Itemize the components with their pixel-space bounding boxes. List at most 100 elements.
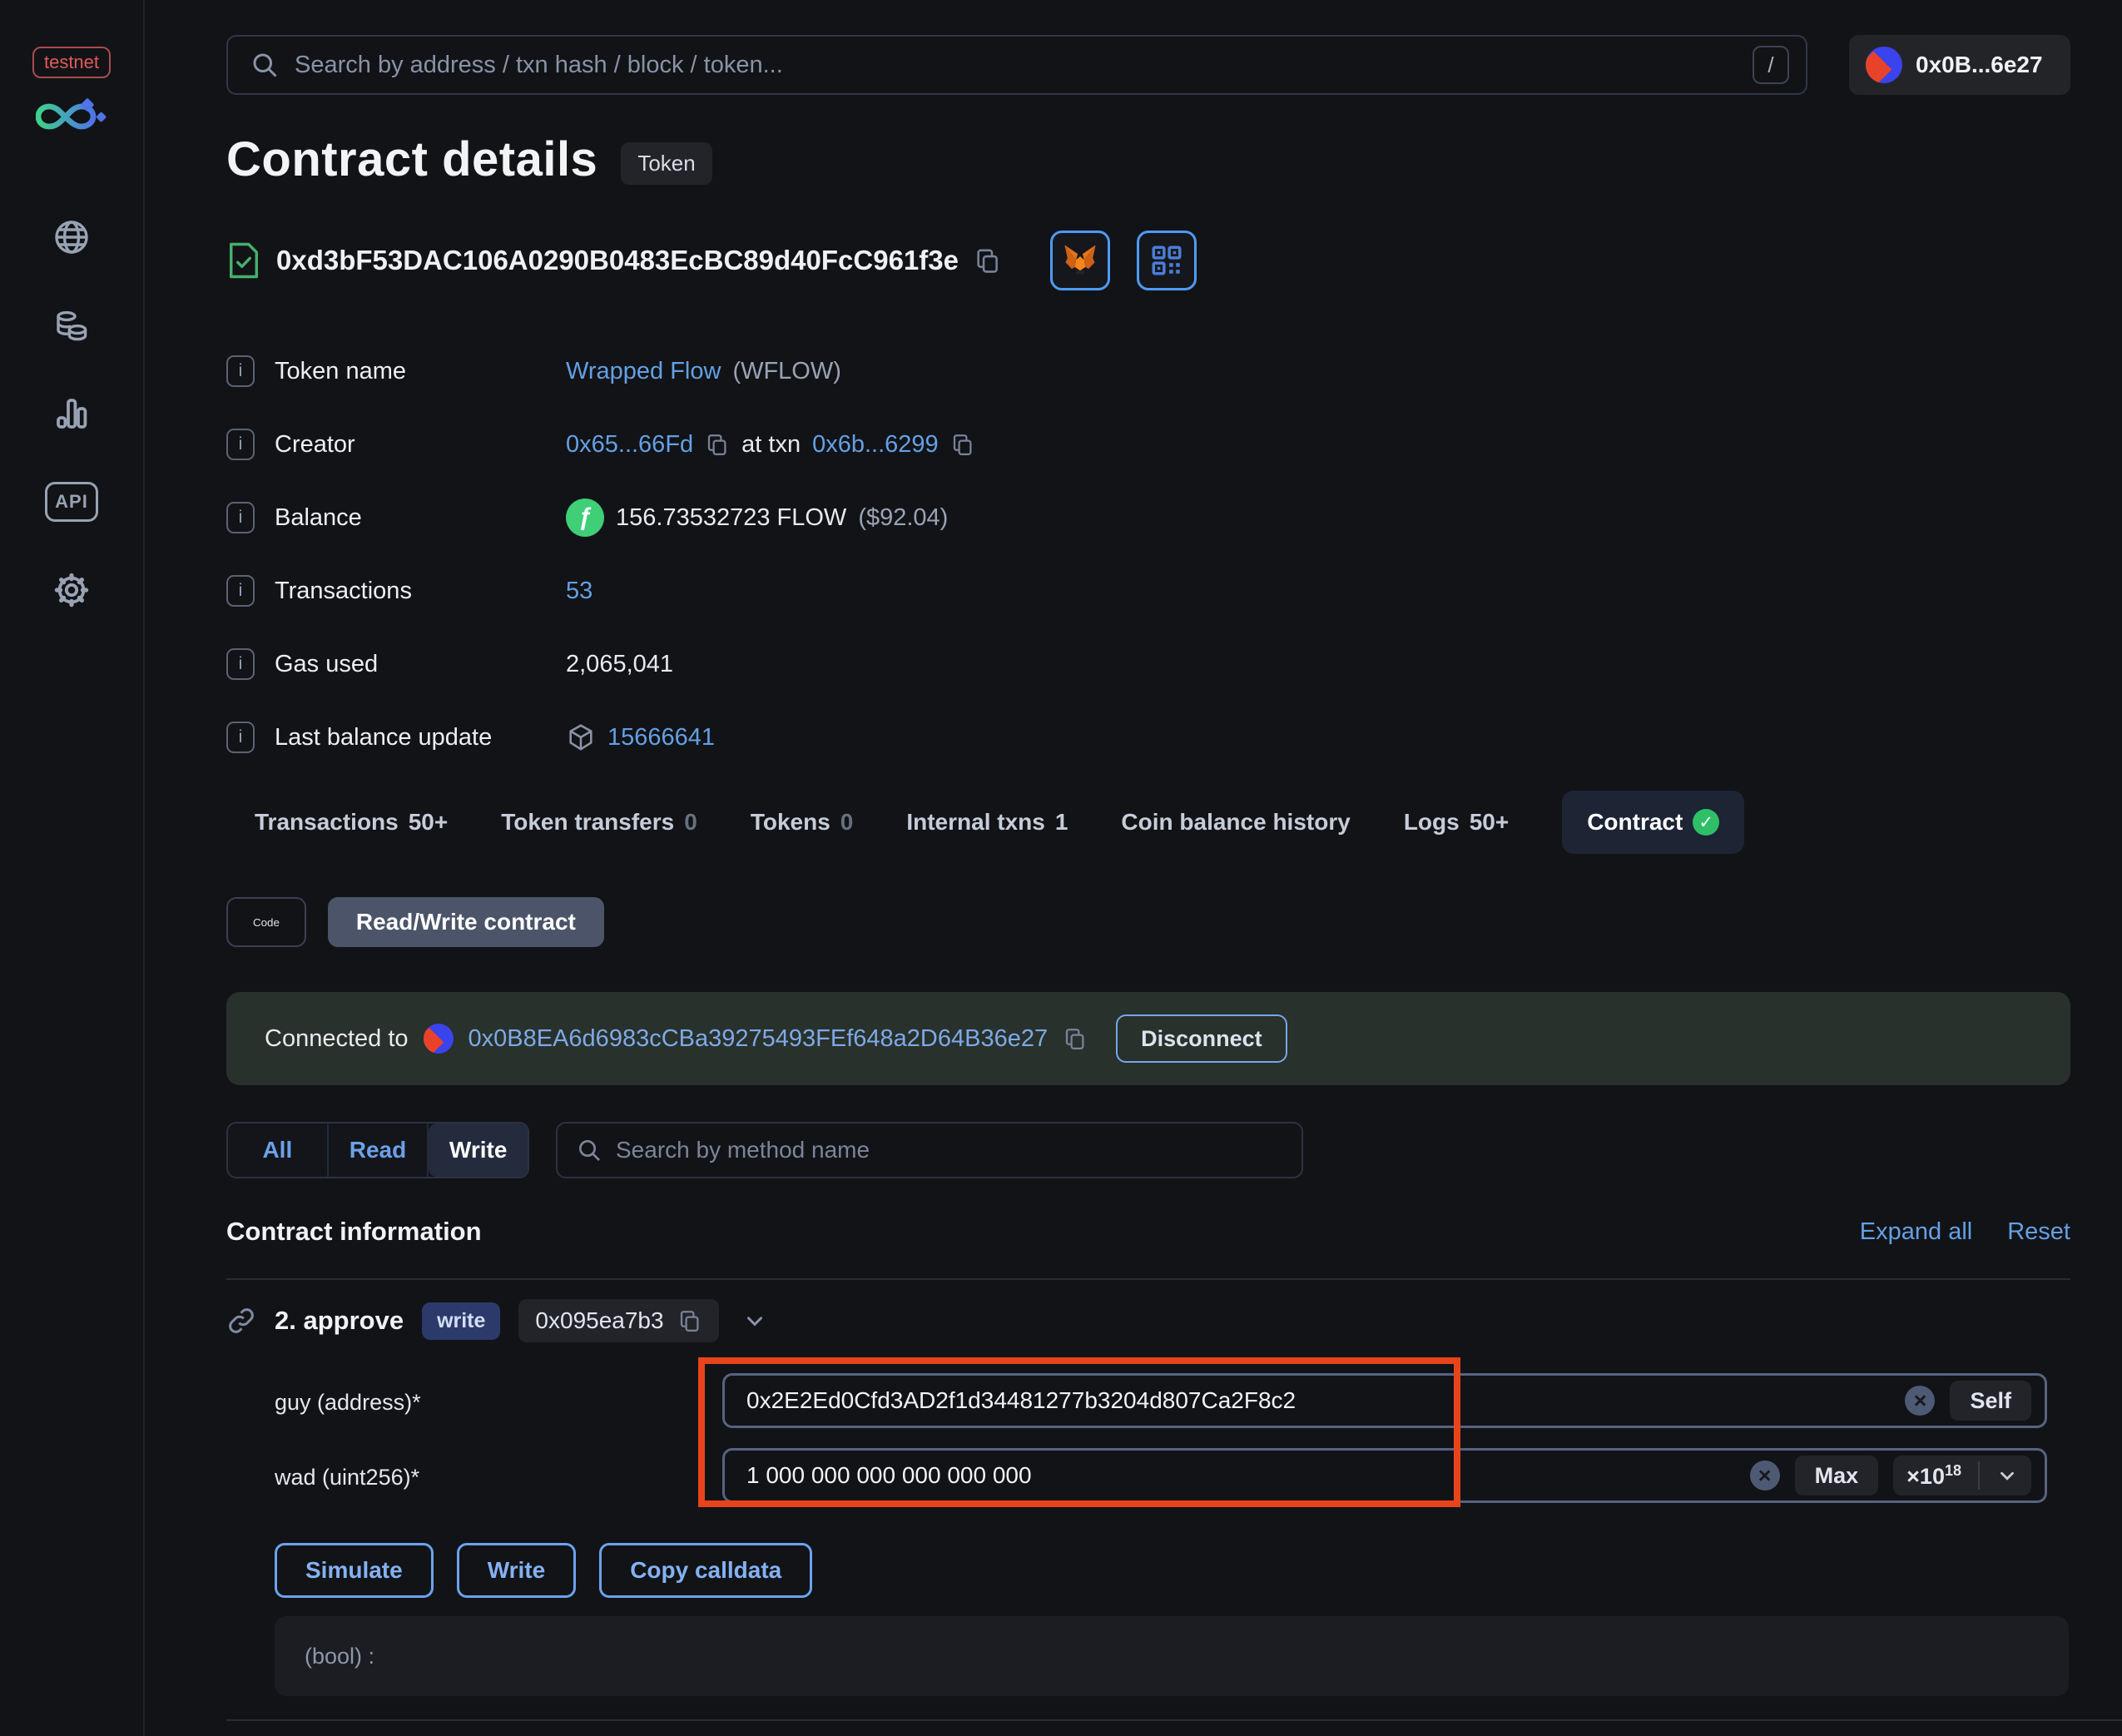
simulate-button[interactable]: Simulate: [275, 1543, 434, 1598]
tab-internal-txns[interactable]: Internal txns 1: [906, 809, 1068, 836]
tab-coin-balance-history[interactable]: Coin balance history: [1121, 809, 1350, 836]
info-row-last-balance-update: i Last balance update 15666641: [226, 701, 1807, 774]
creation-txn-link[interactable]: 0x6b...6299: [812, 431, 939, 459]
copy-calldata-button[interactable]: Copy calldata: [599, 1543, 813, 1598]
wad-amount-input[interactable]: [746, 1462, 1750, 1489]
slash-shortcut-key: /: [1753, 46, 1789, 84]
block-cube-icon: [566, 722, 596, 752]
tab-token-transfers[interactable]: Token transfers 0: [501, 809, 697, 836]
token-name-link[interactable]: Wrapped Flow: [566, 358, 721, 385]
expand-all-link[interactable]: Expand all: [1860, 1218, 1972, 1246]
info-icon[interactable]: i: [226, 502, 255, 533]
info-icon[interactable]: i: [226, 575, 255, 607]
contract-subtabs: Code Read/Write contract: [226, 897, 604, 947]
search-icon: [576, 1137, 602, 1163]
section-divider: [226, 1278, 2070, 1280]
app-logo-icon[interactable]: [36, 97, 107, 141]
verified-check-icon: ✓: [1693, 809, 1720, 836]
sidebar: testnet API: [0, 0, 145, 1736]
info-icon[interactable]: i: [226, 429, 255, 460]
output-result: (bool) :: [305, 1643, 375, 1669]
method-search-input[interactable]: [616, 1137, 1283, 1163]
method-actions: Simulate Write Copy calldata: [275, 1543, 813, 1598]
network-badge: testnet: [32, 47, 112, 78]
multiplier-base: ×10: [1906, 1463, 1945, 1489]
contract-details-page: testnet API Search by address / txn hash…: [0, 0, 2122, 1736]
multiplier-divider: [1978, 1461, 1980, 1490]
clear-guy-icon[interactable]: ×: [1905, 1386, 1936, 1416]
copy-creator-icon[interactable]: [705, 432, 730, 457]
method-output: (bool) :: [275, 1616, 2069, 1696]
info-row-token-name: i Token name Wrapped Flow (WFLOW): [226, 335, 1807, 408]
add-to-metamask-button[interactable]: [1049, 231, 1110, 290]
multiplier-dropdown[interactable]: ×1018: [1893, 1456, 2031, 1495]
method-search: [556, 1122, 1303, 1178]
account-button[interactable]: 0x0B...6e27: [1849, 35, 2070, 95]
tab-logs[interactable]: Logs 50+: [1404, 809, 1509, 836]
qr-code-button[interactable]: [1136, 231, 1197, 290]
sidebar-item-blockchain[interactable]: [47, 213, 96, 261]
max-button[interactable]: Max: [1794, 1456, 1879, 1495]
selector-value: 0x095ea7b3: [535, 1307, 664, 1333]
subtab-read-write-contract[interactable]: Read/Write contract: [327, 897, 604, 947]
info-row-creator: i Creator 0x65...66Fd at txn 0x6b...6299: [226, 408, 1807, 481]
contract-info-list: i Token name Wrapped Flow (WFLOW) i Crea…: [226, 335, 1807, 774]
guy-address-input[interactable]: [746, 1387, 1906, 1414]
token-type-badge: Token: [621, 142, 712, 185]
info-label: Last balance update: [275, 723, 493, 751]
link-icon[interactable]: [226, 1306, 256, 1336]
copy-selector-icon[interactable]: [677, 1308, 702, 1333]
sidebar-item-tokens[interactable]: [47, 301, 96, 350]
write-button[interactable]: Write: [456, 1543, 577, 1598]
copy-connected-address-icon[interactable]: [1063, 1026, 1088, 1051]
field-label-wad: wad (uint256)*: [275, 1465, 420, 1490]
search-icon: [250, 50, 280, 80]
info-icon[interactable]: i: [226, 648, 255, 680]
method-name: 2. approve: [275, 1306, 404, 1335]
connected-address-link[interactable]: 0x0B8EA6d6983cCBa39275493FEf648a2D64B36e…: [469, 1025, 1049, 1053]
balance-usd: ($92.04): [858, 503, 949, 531]
filter-all[interactable]: All: [228, 1123, 329, 1177]
tab-tokens[interactable]: Tokens 0: [751, 809, 854, 836]
copy-address-icon[interactable]: [974, 246, 1002, 275]
verified-contract-icon: [226, 240, 261, 281]
info-label: Creator: [275, 430, 355, 458]
filter-read[interactable]: Read: [329, 1123, 429, 1177]
reset-link[interactable]: Reset: [2007, 1218, 2070, 1246]
qr-code-icon: [1149, 243, 1184, 278]
disconnect-button[interactable]: Disconnect: [1116, 1014, 1287, 1063]
filter-write[interactable]: Write: [429, 1123, 528, 1177]
info-icon[interactable]: i: [226, 355, 255, 387]
search-input[interactable]: [295, 51, 1738, 79]
tokens-icon: [52, 305, 92, 345]
gas-used-value: 2,065,041: [566, 650, 674, 677]
creator-address-link[interactable]: 0x65...66Fd: [566, 431, 693, 459]
stats-icon: [52, 394, 92, 434]
clear-wad-icon[interactable]: ×: [1749, 1461, 1780, 1490]
wad-amount-field: × Max ×1018: [722, 1448, 2047, 1503]
multiplier-exponent: 18: [1944, 1461, 1961, 1479]
bottom-divider: [226, 1719, 2122, 1721]
sidebar-item-api[interactable]: API: [45, 478, 98, 526]
sidebar-item-charts[interactable]: [47, 389, 96, 438]
tab-transactions[interactable]: Transactions 50+: [255, 809, 448, 836]
sidebar-item-settings[interactable]: [47, 566, 96, 614]
info-label: Gas used: [275, 650, 379, 677]
last-balance-block-link[interactable]: 15666641: [607, 724, 715, 751]
chevron-down-icon[interactable]: [742, 1308, 767, 1333]
info-label: Balance: [275, 503, 362, 531]
field-label-guy: guy (address)*: [275, 1390, 421, 1415]
copy-txn-icon[interactable]: [950, 432, 975, 457]
info-icon[interactable]: i: [226, 722, 255, 753]
subtab-code[interactable]: Code: [226, 897, 306, 947]
method-selector: 0x095ea7b3: [518, 1299, 719, 1342]
method-type-filter: All Read Write: [226, 1122, 529, 1178]
tab-contract[interactable]: Contract ✓: [1562, 791, 1745, 854]
info-row-transactions: i Transactions 53: [226, 554, 1807, 627]
account-avatar: [1866, 47, 1902, 83]
globe-icon: [52, 217, 92, 257]
transactions-count-link[interactable]: 53: [566, 578, 592, 605]
header: Contract details Token: [226, 131, 712, 187]
method-approve-row[interactable]: 2. approve write 0x095ea7b3: [226, 1293, 767, 1348]
self-button[interactable]: Self: [1950, 1381, 2031, 1421]
